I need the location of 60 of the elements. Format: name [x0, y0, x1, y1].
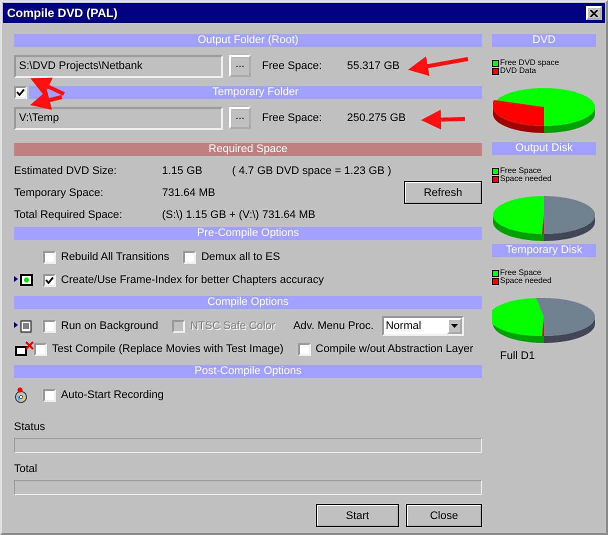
temp-folder-checkbox[interactable] [14, 86, 27, 99]
progress-label: Total [14, 463, 38, 475]
legend-label: Free Space [500, 269, 542, 277]
select-label: Adv. Menu Proc. [293, 320, 374, 332]
browse-button[interactable]: ... [229, 107, 251, 129]
free-space-value: 250.275 GB [347, 112, 406, 124]
checkbox[interactable]: Demux all to ES [183, 250, 280, 264]
refresh-button[interactable]: Refresh [404, 181, 482, 204]
checkmark-icon [45, 276, 54, 284]
checkbox[interactable]: Run on Background [43, 320, 158, 332]
space-value: 731.64 MB [162, 186, 216, 198]
checkbox[interactable]: Auto-Start Recording [43, 388, 164, 402]
document-icon [14, 319, 32, 333]
arrow-annotation [421, 110, 466, 130]
chart-title: DVD [492, 34, 596, 47]
mode-label: Full D1 [500, 350, 536, 362]
space-label: Total Required Space: [14, 208, 124, 220]
dialog-button[interactable]: Close [406, 504, 482, 527]
space-note: ( 4.7 GB DVD space = 1.23 GB ) [232, 164, 392, 176]
legend-label: Space needed [500, 175, 552, 183]
space-value: (S:\) 1.15 GB + (V:\) 731.64 MB [162, 208, 316, 220]
arrow-annotation [30, 90, 62, 110]
section-header: Compile Options [14, 296, 482, 309]
section-header: Output Folder (Root) [14, 34, 482, 47]
caret-icon [450, 324, 458, 328]
section-header: Pre-Compile Options [14, 227, 482, 240]
window-title: Compile DVD (PAL) [7, 6, 118, 20]
section-header: Required Space [14, 143, 482, 156]
free-space-label: Free Space: [262, 60, 323, 72]
section-header: Post-Compile Options [14, 365, 482, 378]
checkbox[interactable]: Test Compile (Replace Movies with Test Image) [34, 342, 284, 356]
space-label: Temporary Space: [14, 186, 104, 198]
free-space-label: Free Space: [262, 112, 323, 124]
dialog-button[interactable]: Start [316, 504, 399, 527]
path-field[interactable]: S:\DVD Projects\Netbank [14, 54, 223, 78]
path-field[interactable]: V:\Temp [14, 106, 223, 130]
disc-pin-icon [14, 387, 28, 403]
legend-label: Free Space [500, 167, 542, 175]
checkbox[interactable]: Compile w/out Abstraction Layer [298, 342, 474, 356]
checkbox[interactable]: Rebuild All Transitions [43, 250, 170, 264]
menu-proc-dropdown[interactable]: Normal [382, 316, 464, 336]
arrow-annotation [30, 78, 65, 96]
space-label: Estimated DVD Size: [14, 164, 118, 176]
close-icon [590, 10, 598, 16]
close-button[interactable] [586, 6, 602, 20]
chart-title: Temporary Disk [492, 244, 596, 257]
legend-label: DVD Data [500, 67, 536, 75]
legend-label: Free DVD space [500, 59, 560, 67]
chart-title: Output Disk [492, 142, 596, 155]
legend-label: Space needed [500, 277, 552, 285]
film-cross-icon [14, 341, 34, 357]
section-header: Temporary Folder [29, 86, 482, 99]
checkbox[interactable]: Create/Use Frame-Index for better Chapters accuracy [43, 274, 324, 286]
browse-button[interactable]: ... [229, 55, 251, 77]
checkmark-icon [16, 88, 25, 97]
arrow-annotation [408, 56, 468, 76]
film-frame-icon [14, 273, 34, 287]
progress-label: Status [14, 421, 46, 433]
space-value: 1.15 GB [162, 164, 204, 176]
free-space-value: 55.317 GB [347, 60, 400, 72]
